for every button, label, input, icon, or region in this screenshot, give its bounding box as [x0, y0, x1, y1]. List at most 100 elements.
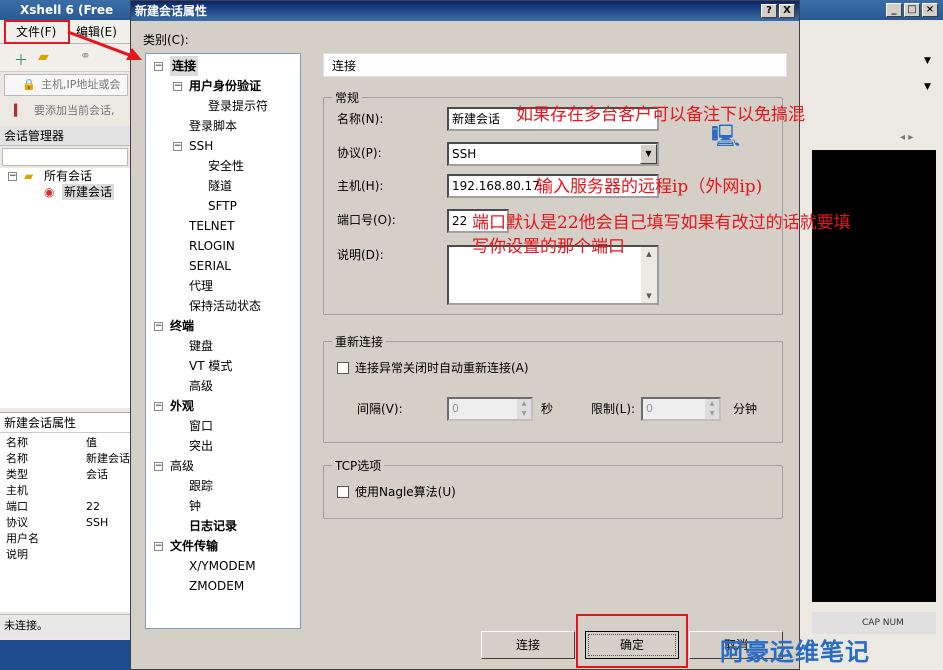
category-tree-item[interactable]: 连接: [170, 56, 199, 76]
session-manager-title: 会话管理器: [4, 129, 65, 143]
category-tree-item[interactable]: 跟踪: [189, 476, 213, 496]
category-tree-item[interactable]: 文件传输: [170, 536, 218, 556]
tree-collapse-icon[interactable]: −: [8, 172, 17, 181]
category-tree-item[interactable]: 钟: [189, 496, 201, 516]
category-tree-item[interactable]: ZMODEM: [189, 576, 244, 596]
property-value: 22: [86, 500, 100, 513]
tree-expander-icon[interactable]: −: [154, 402, 163, 411]
category-tree-item[interactable]: 登录脚本: [189, 116, 237, 136]
category-tree-item[interactable]: 日志记录: [189, 516, 237, 536]
properties-header-name: 名称: [6, 436, 28, 449]
new-session-properties-dialog: 新建会话属性 ? X 类别(C): − 连接 − 用户身份验证 登录提示符 登录脚本 − SS…: [130, 0, 800, 670]
category-tree-item[interactable]: 终端: [170, 316, 194, 336]
protocol-label: 协议(P):: [337, 146, 382, 160]
window-close-icon[interactable]: ×: [922, 3, 938, 17]
property-value: 会话: [86, 468, 108, 481]
category-tree-item[interactable]: 窗口: [189, 416, 213, 436]
lock-icon: 🔒: [22, 78, 36, 91]
category-tree-item[interactable]: SERIAL: [189, 256, 231, 276]
property-key: 说明: [6, 548, 28, 561]
arrow-annotation-icon: [67, 30, 142, 60]
category-tree-item[interactable]: SFTP: [208, 196, 237, 216]
help-button[interactable]: ?: [761, 4, 777, 18]
category-tree-item[interactable]: SSH: [189, 136, 213, 156]
category-tree-item[interactable]: X/YMODEM: [189, 556, 256, 576]
maximize-icon[interactable]: □: [904, 3, 920, 17]
category-tree-item[interactable]: RLOGIN: [189, 236, 235, 256]
category-tree-item[interactable]: 高级: [189, 376, 213, 396]
chevron-down-icon[interactable]: ▼: [640, 144, 657, 164]
properties-header-row: 名称 值: [0, 435, 130, 451]
tree-expander-icon[interactable]: −: [154, 542, 163, 551]
dropdown-arrow-icon[interactable]: ▼: [924, 56, 931, 66]
interval-spinner: 0 ▲ ▼: [447, 397, 533, 421]
properties-row: 用户名: [0, 531, 130, 547]
tree-expander-icon[interactable]: −: [154, 462, 163, 471]
category-tree-item[interactable]: 登录提示符: [208, 96, 268, 116]
limit-value: 0: [646, 402, 653, 415]
protocol-select[interactable]: SSH ▼: [447, 142, 659, 166]
address-placeholder: 主机,IP地址或会: [41, 78, 121, 91]
tree-expander-icon[interactable]: −: [154, 62, 163, 71]
session-manager-header: 会话管理器: [0, 126, 130, 146]
host-label: 主机(H):: [337, 179, 384, 193]
properties-row: 类型 会话: [0, 467, 130, 483]
category-tree-item[interactable]: 隧道: [208, 176, 232, 196]
spinner-arrows-icon: ▲ ▼: [517, 399, 531, 419]
port-value: 22: [452, 214, 468, 228]
category-tree-item[interactable]: VT 模式: [189, 356, 232, 376]
name-note: 如果存在多台客户可以备注下以免搞混: [516, 105, 805, 125]
limit-unit: 分钟: [733, 402, 758, 416]
category-tree-item[interactable]: 高级: [170, 456, 194, 476]
category-tree-item[interactable]: TELNET: [189, 216, 235, 236]
properties-row: 名称 新建会话: [0, 451, 130, 467]
properties-row: 主机: [0, 483, 130, 499]
tree-expander-icon[interactable]: −: [173, 142, 182, 151]
auto-reconnect-checkbox[interactable]: [337, 362, 349, 374]
properties-title: 新建会话属性: [0, 413, 130, 433]
general-group-label: 常规: [332, 89, 363, 106]
tcp-group-label: TCP选项: [332, 457, 385, 474]
dialog-close-button[interactable]: X: [779, 4, 795, 18]
category-tree-item[interactable]: 安全性: [208, 156, 244, 176]
property-key: 类型: [6, 468, 28, 481]
category-tree-item[interactable]: 外观: [170, 396, 194, 416]
bookmark-icon: ▍: [14, 104, 23, 117]
nagle-checkbox[interactable]: [337, 486, 349, 498]
minimize-icon[interactable]: _: [886, 3, 902, 17]
add-session-hint: 要添加当前会话,: [4, 100, 128, 122]
category-tree-item[interactable]: 用户身份验证: [189, 76, 261, 96]
nagle-label: 使用Nagle算法(U): [355, 485, 456, 499]
category-tree-item[interactable]: 键盘: [189, 336, 213, 356]
tree-item-all-sessions[interactable]: 所有会话: [44, 168, 92, 184]
dialog-title: 新建会话属性: [135, 4, 208, 18]
right-status-bar: CAP NUM: [812, 612, 936, 634]
category-tree-item[interactable]: 代理: [189, 276, 213, 296]
tree-expander-icon[interactable]: −: [154, 322, 163, 331]
interval-label: 间隔(V):: [357, 402, 403, 416]
reconnect-group: 重新连接: [323, 333, 783, 443]
category-tree-item[interactable]: 保持活动状态: [189, 296, 261, 316]
port-note-line2: 写你设置的那个端口: [472, 237, 625, 257]
right-title-bar: _ □ ×: [800, 0, 943, 20]
properties-header-value: 值: [86, 436, 97, 449]
tree-expander-icon[interactable]: −: [173, 82, 182, 91]
status-text: 未连接。: [4, 619, 48, 632]
host-note: 输入服务器的远程ip（外网ip): [536, 177, 763, 197]
session-filter-input[interactable]: [2, 148, 128, 166]
properties-panel: 新建会话属性 名称值名称 新建会话 类型 会话 主机 端口 22 协议 SSH 用户名 说明: [0, 412, 130, 612]
watermark: 阿豪运维笔记: [720, 638, 870, 666]
open-folder-icon[interactable]: ▰: [38, 49, 49, 65]
protocol-value: SSH: [452, 147, 477, 161]
connect-button[interactable]: 连接: [481, 631, 575, 659]
tab-scroll-icon[interactable]: ◂ ▸: [900, 132, 913, 143]
add-session-hint-text: 要添加当前会话,: [34, 104, 115, 117]
dropdown-arrow-icon-2[interactable]: ▼: [924, 82, 931, 92]
port-label: 端口号(O):: [337, 213, 396, 227]
category-label: 类别(C):: [143, 33, 189, 47]
category-tree: − 连接 − 用户身份验证 登录提示符 登录脚本 − SSH 安全性 隧道 SFTP TELNET RL…: [145, 53, 301, 629]
tree-item-new-session[interactable]: 新建会话: [62, 184, 115, 200]
category-tree-item[interactable]: 突出: [189, 436, 213, 456]
new-session-icon[interactable]: ＋: [14, 50, 28, 70]
description-scrollbar[interactable]: ▲ ▼: [641, 247, 657, 303]
